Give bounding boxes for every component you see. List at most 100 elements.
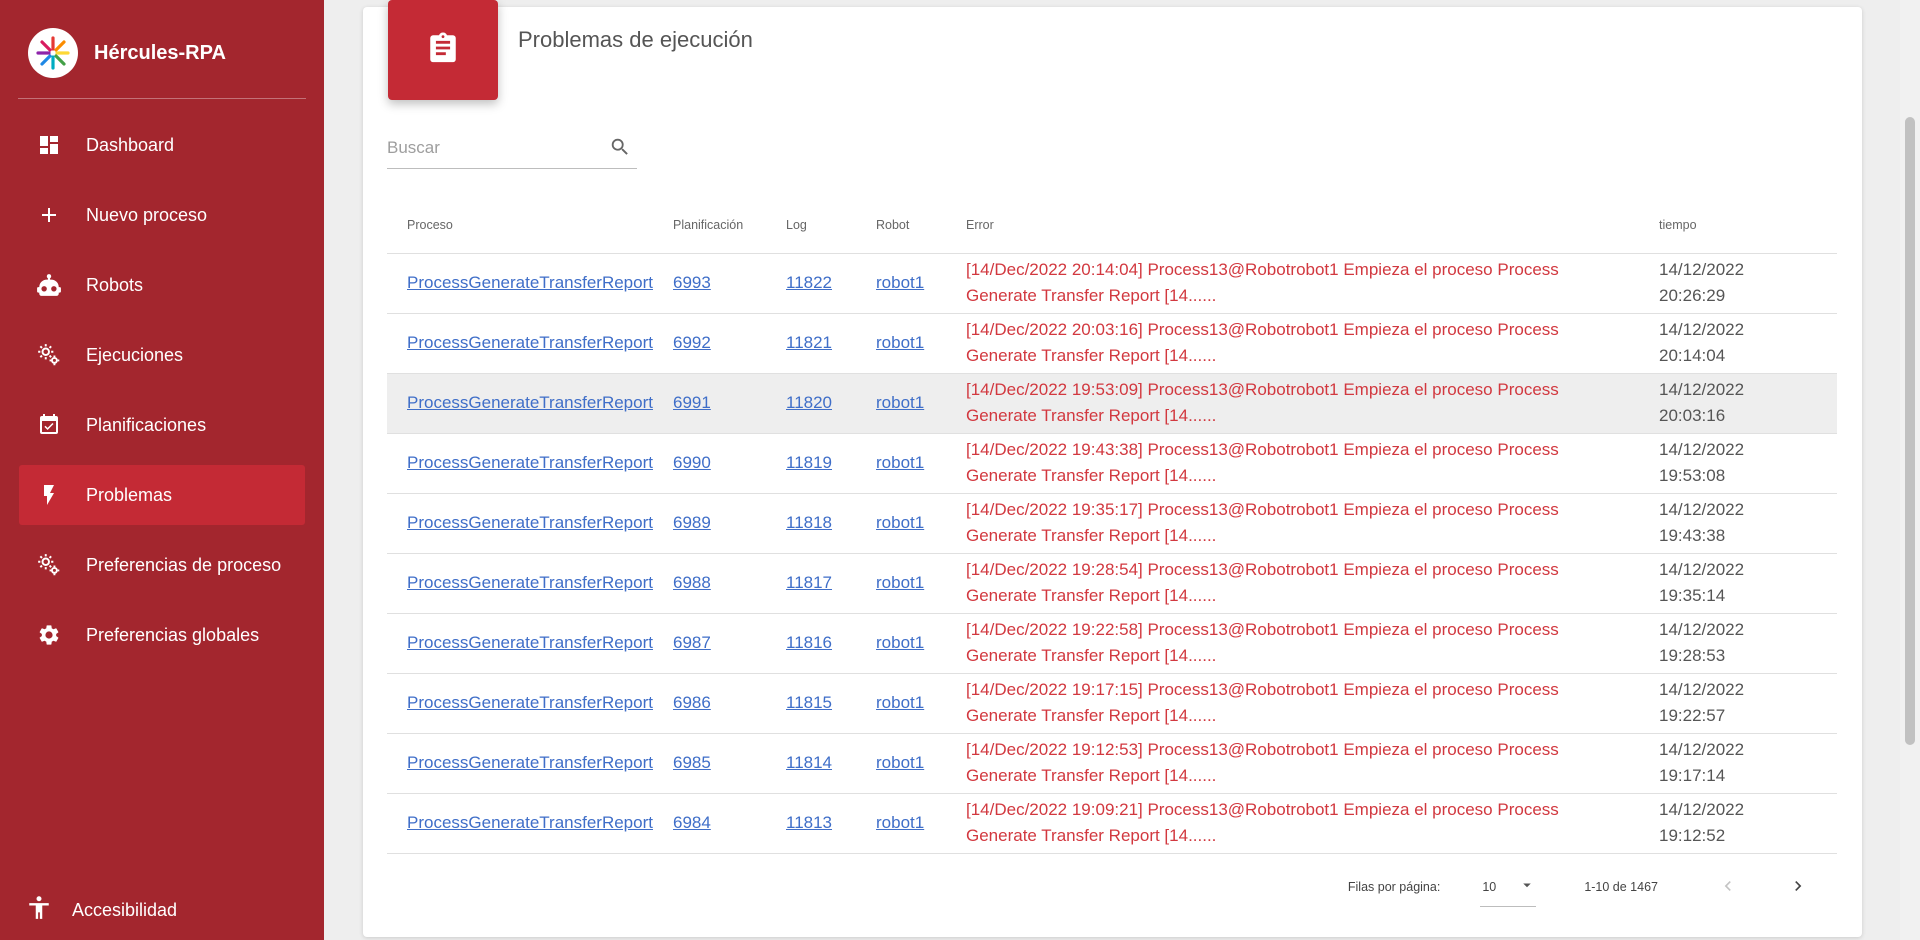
error-line: [14/Dec/2022 19:53:09] Process13@Robotro… bbox=[966, 380, 1559, 399]
sidebar-item-nuevo-proceso[interactable]: Nuevo proceso bbox=[19, 185, 305, 245]
table-row[interactable]: ProcessGenerateTransferReport 6992 11821 ro… bbox=[387, 313, 1837, 374]
process-link[interactable]: ProcessGenerateTransferReport bbox=[407, 393, 653, 412]
log-link[interactable]: 11814 bbox=[786, 753, 832, 772]
schedule-link[interactable]: 6986 bbox=[673, 693, 711, 712]
column-header-log[interactable]: Log bbox=[786, 197, 876, 254]
cell-planificacion: 6992 bbox=[673, 313, 786, 374]
robot-link[interactable]: robot1 bbox=[876, 633, 924, 652]
robot-link[interactable]: robot1 bbox=[876, 813, 924, 832]
robot-icon bbox=[35, 271, 63, 299]
table-row[interactable]: ProcessGenerateTransferReport 6985 11814 ro… bbox=[387, 733, 1837, 794]
log-link[interactable]: 11817 bbox=[786, 573, 832, 592]
process-link[interactable]: ProcessGenerateTransferReport bbox=[407, 513, 653, 532]
robot-link[interactable]: robot1 bbox=[876, 333, 924, 352]
time-value: 19:22:57 bbox=[1659, 706, 1726, 725]
log-link[interactable]: 11819 bbox=[786, 453, 832, 472]
robot-link[interactable]: robot1 bbox=[876, 753, 924, 772]
date-value: 14/12/2022 bbox=[1659, 740, 1745, 759]
cell-error: [14/Dec/2022 19:09:21] Process13@Robotro… bbox=[966, 793, 1659, 854]
sidebar-nav: Dashboard Nuevo proceso Robots Ejecucion… bbox=[19, 115, 305, 675]
accessibility-link[interactable]: Accesibilidad bbox=[26, 894, 177, 927]
table-row[interactable]: ProcessGenerateTransferReport 6989 11818 ro… bbox=[387, 493, 1837, 554]
process-link[interactable]: ProcessGenerateTransferReport bbox=[407, 633, 653, 652]
sidebar-item-planificaciones[interactable]: Planificaciones bbox=[19, 395, 305, 455]
robot-link[interactable]: robot1 bbox=[876, 513, 924, 532]
sidebar-item-label: Planificaciones bbox=[86, 414, 207, 435]
search-box bbox=[387, 127, 637, 169]
cell-proceso: ProcessGenerateTransferReport bbox=[387, 313, 673, 374]
table-row[interactable]: ProcessGenerateTransferReport 6991 11820 ro… bbox=[387, 373, 1837, 434]
process-link[interactable]: ProcessGenerateTransferReport bbox=[407, 693, 653, 712]
brand[interactable]: Hércules-RPA bbox=[28, 28, 226, 78]
column-header-proceso[interactable]: Proceso bbox=[387, 197, 673, 254]
process-link[interactable]: ProcessGenerateTransferReport bbox=[407, 453, 653, 472]
search-icon[interactable] bbox=[609, 136, 633, 160]
cell-error: [14/Dec/2022 19:22:58] Process13@Robotro… bbox=[966, 613, 1659, 674]
schedule-link[interactable]: 6987 bbox=[673, 633, 711, 652]
schedule-link[interactable]: 6991 bbox=[673, 393, 711, 412]
table-row[interactable]: ProcessGenerateTransferReport 6986 11815 ro… bbox=[387, 673, 1837, 734]
sidebar-item-robots[interactable]: Robots bbox=[19, 255, 305, 315]
table-row[interactable]: ProcessGenerateTransferReport 6984 11813 ro… bbox=[387, 793, 1837, 854]
date-value: 14/12/2022 bbox=[1659, 680, 1745, 699]
next-page-button[interactable] bbox=[1778, 867, 1818, 907]
robot-link[interactable]: robot1 bbox=[876, 393, 924, 412]
card-header-badge bbox=[388, 0, 498, 100]
sidebar-item-preferencias-proceso[interactable]: Preferencias de proceso bbox=[19, 535, 305, 595]
robot-link[interactable]: robot1 bbox=[876, 453, 924, 472]
log-link[interactable]: 11818 bbox=[786, 513, 832, 532]
table-row[interactable]: ProcessGenerateTransferReport 6993 11822 ro… bbox=[387, 253, 1837, 314]
rows-per-page-select[interactable]: 10 bbox=[1480, 867, 1537, 907]
table-row[interactable]: ProcessGenerateTransferReport 6990 11819 ro… bbox=[387, 433, 1837, 494]
date-value: 14/12/2022 bbox=[1659, 260, 1745, 279]
column-header-tiempo[interactable]: tiempo bbox=[1659, 197, 1837, 254]
robot-link[interactable]: robot1 bbox=[876, 573, 924, 592]
error-line: [14/Dec/2022 19:43:38] Process13@Robotro… bbox=[966, 440, 1559, 459]
log-link[interactable]: 11813 bbox=[786, 813, 832, 832]
schedule-link[interactable]: 6985 bbox=[673, 753, 711, 772]
chevron-left-icon bbox=[1718, 876, 1738, 899]
brand-divider bbox=[18, 98, 306, 99]
schedule-link[interactable]: 6992 bbox=[673, 333, 711, 352]
log-link[interactable]: 11816 bbox=[786, 633, 832, 652]
page-scrollbar[interactable] bbox=[1900, 0, 1920, 940]
log-link[interactable]: 11821 bbox=[786, 333, 832, 352]
cell-robot: robot1 bbox=[876, 793, 966, 854]
sidebar-item-preferencias-globales[interactable]: Preferencias globales bbox=[19, 605, 305, 665]
search-input[interactable] bbox=[387, 137, 609, 158]
column-header-planificacion[interactable]: Planificación bbox=[673, 197, 786, 254]
process-link[interactable]: ProcessGenerateTransferReport bbox=[407, 813, 653, 832]
process-link[interactable]: ProcessGenerateTransferReport bbox=[407, 573, 653, 592]
cell-planificacion: 6991 bbox=[673, 373, 786, 434]
log-link[interactable]: 11822 bbox=[786, 273, 832, 292]
error-line: Generate Transfer Report [14...... bbox=[966, 346, 1217, 365]
table-row[interactable]: ProcessGenerateTransferReport 6987 11816 ro… bbox=[387, 613, 1837, 674]
app-logo bbox=[28, 28, 78, 78]
cell-proceso: ProcessGenerateTransferReport bbox=[387, 373, 673, 434]
cell-error: [14/Dec/2022 19:53:09] Process13@Robotro… bbox=[966, 373, 1659, 434]
time-value: 19:35:14 bbox=[1659, 586, 1726, 605]
process-link[interactable]: ProcessGenerateTransferReport bbox=[407, 273, 653, 292]
cell-error: [14/Dec/2022 19:12:53] Process13@Robotro… bbox=[966, 733, 1659, 794]
schedule-link[interactable]: 6988 bbox=[673, 573, 711, 592]
scrollbar-thumb[interactable] bbox=[1905, 117, 1915, 745]
previous-page-button[interactable] bbox=[1708, 867, 1748, 907]
table-row[interactable]: ProcessGenerateTransferReport 6988 11817 ro… bbox=[387, 553, 1837, 614]
schedule-link[interactable]: 6993 bbox=[673, 273, 711, 292]
column-header-error[interactable]: Error bbox=[966, 197, 1659, 254]
process-link[interactable]: ProcessGenerateTransferReport bbox=[407, 333, 653, 352]
log-link[interactable]: 11815 bbox=[786, 693, 832, 712]
robot-link[interactable]: robot1 bbox=[876, 693, 924, 712]
log-link[interactable]: 11820 bbox=[786, 393, 832, 412]
sidebar-item-label: Robots bbox=[86, 274, 144, 295]
sidebar-item-dashboard[interactable]: Dashboard bbox=[19, 115, 305, 175]
cell-error: [14/Dec/2022 20:03:16] Process13@Robotro… bbox=[966, 313, 1659, 374]
process-link[interactable]: ProcessGenerateTransferReport bbox=[407, 753, 653, 772]
column-header-robot[interactable]: Robot bbox=[876, 197, 966, 254]
sidebar-item-problemas[interactable]: Problemas bbox=[19, 465, 305, 525]
sidebar-item-ejecuciones[interactable]: Ejecuciones bbox=[19, 325, 305, 385]
schedule-link[interactable]: 6984 bbox=[673, 813, 711, 832]
schedule-link[interactable]: 6990 bbox=[673, 453, 711, 472]
schedule-link[interactable]: 6989 bbox=[673, 513, 711, 532]
robot-link[interactable]: robot1 bbox=[876, 273, 924, 292]
